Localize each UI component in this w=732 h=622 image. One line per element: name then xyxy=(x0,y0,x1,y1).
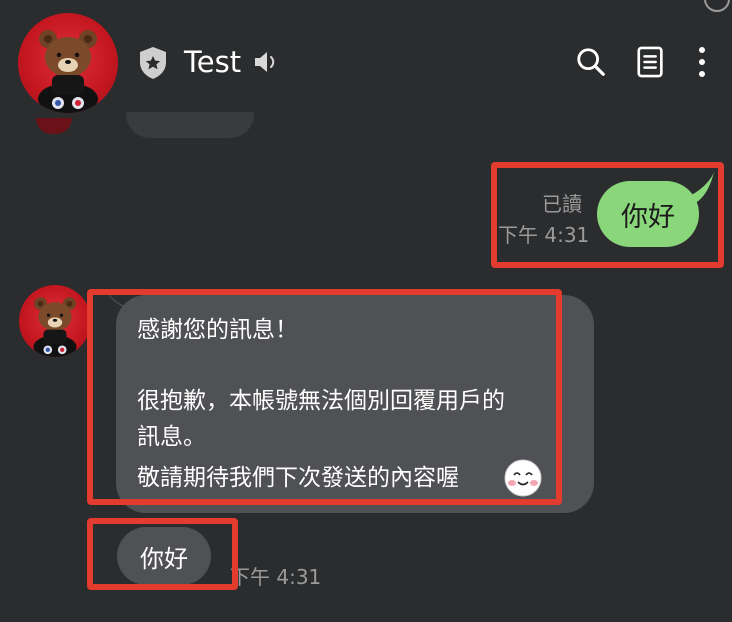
previous-avatar xyxy=(36,118,72,134)
highlight-auto-reply xyxy=(87,289,562,505)
more-vertical-icon xyxy=(699,47,705,77)
incoming-timestamp: 下午 4:31 xyxy=(230,565,322,589)
bear-avatar-icon xyxy=(38,30,98,113)
previous-message-bubble xyxy=(126,112,254,138)
status-ring-icon xyxy=(704,0,730,12)
notes-icon xyxy=(637,46,663,78)
chat-avatar[interactable] xyxy=(18,13,118,113)
bear-avatar-icon xyxy=(33,297,77,357)
more-options-button[interactable] xyxy=(688,44,716,80)
sender-avatar[interactable] xyxy=(19,285,91,357)
highlight-incoming-message xyxy=(87,518,238,590)
official-account-shield-icon xyxy=(138,46,168,80)
chat-title: Test xyxy=(184,45,242,79)
speaker-icon xyxy=(252,48,280,76)
notes-button[interactable] xyxy=(634,44,668,80)
chat-header: Test xyxy=(0,0,732,128)
search-icon xyxy=(577,48,605,76)
search-button[interactable] xyxy=(574,44,608,80)
highlight-outgoing-message xyxy=(491,162,724,268)
